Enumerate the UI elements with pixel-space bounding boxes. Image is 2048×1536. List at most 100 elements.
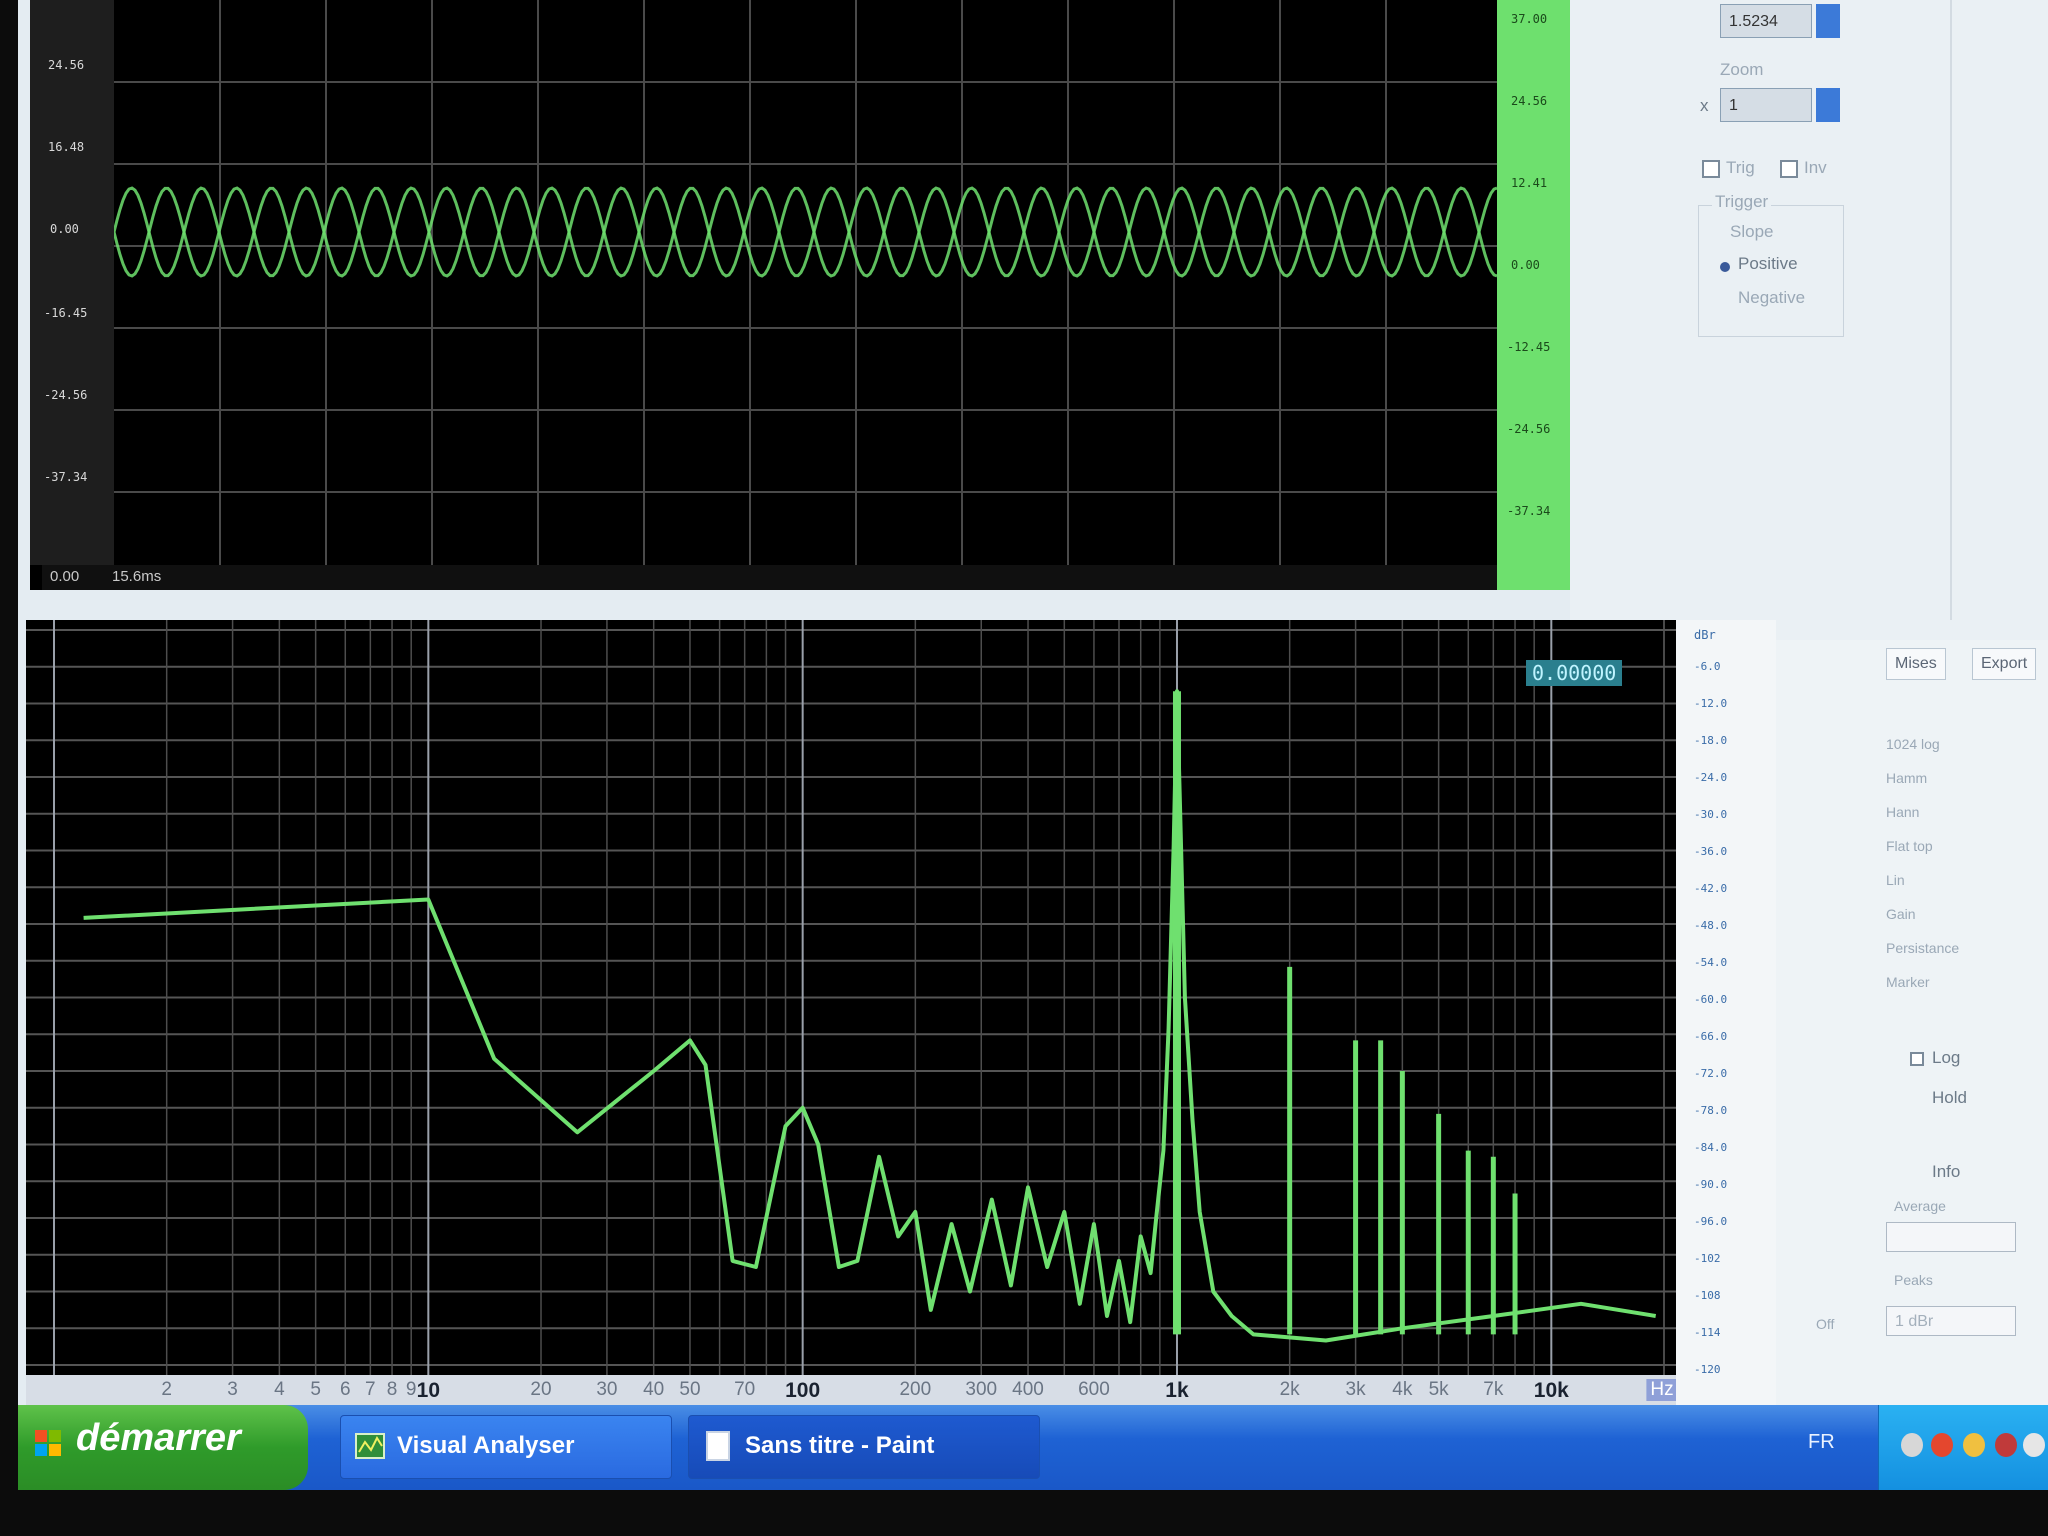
- spectrum-y-label: -90.0: [1694, 1178, 1728, 1191]
- scope-right-label: -12.45: [1507, 340, 1551, 354]
- security-icon[interactable]: [1931, 1433, 1953, 1457]
- spectrum-option[interactable]: Persistance: [1886, 940, 1959, 956]
- taskbar: démarrer Visual Analyser Sans titre - Pa…: [18, 1405, 2048, 1490]
- windows-logo-icon: [35, 1430, 61, 1456]
- scope-controls-divider: [1950, 0, 2048, 620]
- hold-label[interactable]: Hold: [1932, 1088, 1967, 1108]
- trigger-group-label: Trigger: [1712, 192, 1772, 212]
- spectrum-y-label: -36.0: [1694, 845, 1728, 858]
- spectrum-y-label: -6.0: [1694, 660, 1721, 673]
- zoom-field[interactable]: 1: [1720, 88, 1812, 122]
- spectrum-option[interactable]: Marker: [1886, 974, 1930, 990]
- average-dropdown[interactable]: [1886, 1222, 2016, 1252]
- spectrum-x-label: 10: [416, 1379, 441, 1402]
- scope-y-label: 24.56: [48, 58, 85, 72]
- spectrum-panel: 0.00000: [26, 620, 1676, 1375]
- taskbar-button-paint[interactable]: Sans titre - Paint: [688, 1415, 1040, 1479]
- spectrum-y-label: -54.0: [1694, 956, 1728, 969]
- off-label: Off: [1816, 1316, 1835, 1332]
- spectrum-y-label: -60.0: [1694, 993, 1728, 1006]
- positive-label: Positive: [1738, 254, 1798, 273]
- volume-icon[interactable]: [1963, 1433, 1985, 1457]
- db-dropdown[interactable]: 1 dBr: [1886, 1306, 2016, 1336]
- visual-analyser-icon: [355, 1433, 385, 1459]
- update-icon[interactable]: [1995, 1433, 2017, 1457]
- scope-value-field[interactable]: 1.5234: [1720, 4, 1812, 38]
- spectrum-plot: [26, 620, 1676, 1375]
- zoom-prefix: x: [1700, 96, 1709, 115]
- taskbar-label: Visual Analyser: [397, 1432, 575, 1459]
- trig-checkbox[interactable]: [1702, 160, 1720, 178]
- positive-radio[interactable]: [1720, 262, 1730, 272]
- scope-level-bar: 37.00 24.56 12.41 0.00 -12.45 -24.56 -37…: [1497, 0, 1570, 590]
- spectrum-controls-panel: Mises Export 1024 log Hamm Hann Flat top…: [1776, 640, 2048, 1405]
- spectrum-x-axis: 2 3 4 5 6 7 8 9 10 20 30 40 50 70 100 200 300 400 600 1k 2k 3…: [26, 1375, 1679, 1405]
- spectrum-x-label: 6: [339, 1379, 351, 1400]
- scope-y-label: -16.45: [44, 306, 88, 320]
- spectrum-x-label: 4: [274, 1379, 285, 1400]
- spectrum-option[interactable]: Flat top: [1886, 838, 1933, 854]
- tab-export[interactable]: Export: [1972, 648, 2037, 680]
- spectrum-y-label: -72.0: [1694, 1067, 1728, 1080]
- trig-label: Trig: [1726, 158, 1755, 177]
- spectrum-x-label: 5k: [1428, 1379, 1449, 1400]
- spectrum-y-label: -96.0: [1694, 1215, 1728, 1228]
- taskbar-button-visual-analyser[interactable]: Visual Analyser: [340, 1415, 672, 1479]
- spectrum-x-label: 1k: [1165, 1379, 1189, 1402]
- spectrum-x-label: 10k: [1533, 1379, 1569, 1402]
- scope-y-axis: 24.56 16.48 0.00 -16.45 -24.56 -37.34: [30, 0, 114, 565]
- info-label[interactable]: Info: [1932, 1162, 1960, 1182]
- spectrum-option[interactable]: Lin: [1886, 872, 1905, 888]
- tab-mises[interactable]: Mises: [1886, 648, 1946, 680]
- spectrum-x-label: 7k: [1483, 1379, 1504, 1400]
- log-checkbox[interactable]: [1910, 1052, 1924, 1066]
- scope-right-label: 24.56: [1511, 94, 1548, 108]
- log-label: Log: [1932, 1048, 1961, 1067]
- taskbar-label: Sans titre - Paint: [745, 1432, 935, 1459]
- spectrum-y-label: -48.0: [1694, 919, 1728, 932]
- spectrum-trace: [83, 689, 1657, 1343]
- scope-y-label: -24.56: [44, 388, 88, 402]
- usb-icon[interactable]: [2023, 1433, 2045, 1457]
- spectrum-x-label: 400: [1012, 1379, 1044, 1400]
- spectrum-x-label: 300: [965, 1379, 998, 1400]
- spectrum-x-label: 4k: [1392, 1379, 1413, 1400]
- spectrum-x-label: 20: [530, 1379, 552, 1400]
- spectrum-x-label: 3k: [1345, 1379, 1366, 1400]
- spectrum-option[interactable]: Hamm: [1886, 770, 1927, 786]
- scope-value-spinner[interactable]: [1816, 4, 1840, 38]
- spectrum-x-label: 2: [161, 1379, 172, 1400]
- spectrum-x-label: 5: [310, 1379, 321, 1400]
- system-tray: [1878, 1405, 2048, 1490]
- spectrum-option[interactable]: Gain: [1886, 906, 1916, 922]
- scope-status-bar: 0.00 15.6ms: [42, 565, 1497, 590]
- spectrum-y-label: -24.0: [1694, 771, 1728, 784]
- oscilloscope-panel: 24.56 16.48 0.00 -16.45 -24.56 -37.34 37…: [30, 0, 1570, 590]
- spectrum-y-label: -18.0: [1694, 734, 1728, 747]
- average-label: Average: [1894, 1198, 1946, 1214]
- spectrum-y-label: -120: [1694, 1363, 1721, 1376]
- spectrum-y-label: -78.0: [1694, 1104, 1728, 1117]
- scope-right-label: 0.00: [1511, 258, 1540, 272]
- spectrum-y-label: -84.0: [1694, 1141, 1728, 1154]
- spectrum-option[interactable]: Hann: [1886, 804, 1919, 820]
- spectrum-option[interactable]: 1024 log: [1886, 736, 1940, 752]
- scope-time-readout: 0.00: [50, 568, 80, 585]
- language-indicator[interactable]: FR: [1808, 1431, 1835, 1454]
- spectrum-y-label: -30.0: [1694, 808, 1728, 821]
- spectrum-y-label: -66.0: [1694, 1030, 1728, 1043]
- inv-label: Inv: [1804, 158, 1827, 177]
- start-button[interactable]: démarrer: [18, 1405, 308, 1490]
- zoom-label: Zoom: [1720, 60, 1764, 79]
- spectrum-x-label: 3: [227, 1379, 238, 1400]
- spectrum-x-label: 7: [365, 1379, 376, 1400]
- scope-right-label: 12.41: [1511, 176, 1548, 190]
- frequency-readout: 0.00000: [1526, 660, 1623, 686]
- spectrum-x-label: 50: [679, 1379, 701, 1400]
- network-icon[interactable]: [1901, 1433, 1923, 1457]
- screen: 24.56 16.48 0.00 -16.45 -24.56 -37.34 37…: [18, 0, 2048, 1490]
- zoom-spinner[interactable]: [1816, 88, 1840, 122]
- inv-checkbox[interactable]: [1780, 160, 1798, 178]
- spectrum-y-label: -108: [1694, 1289, 1721, 1302]
- spectrum-x-label: 9: [405, 1379, 417, 1400]
